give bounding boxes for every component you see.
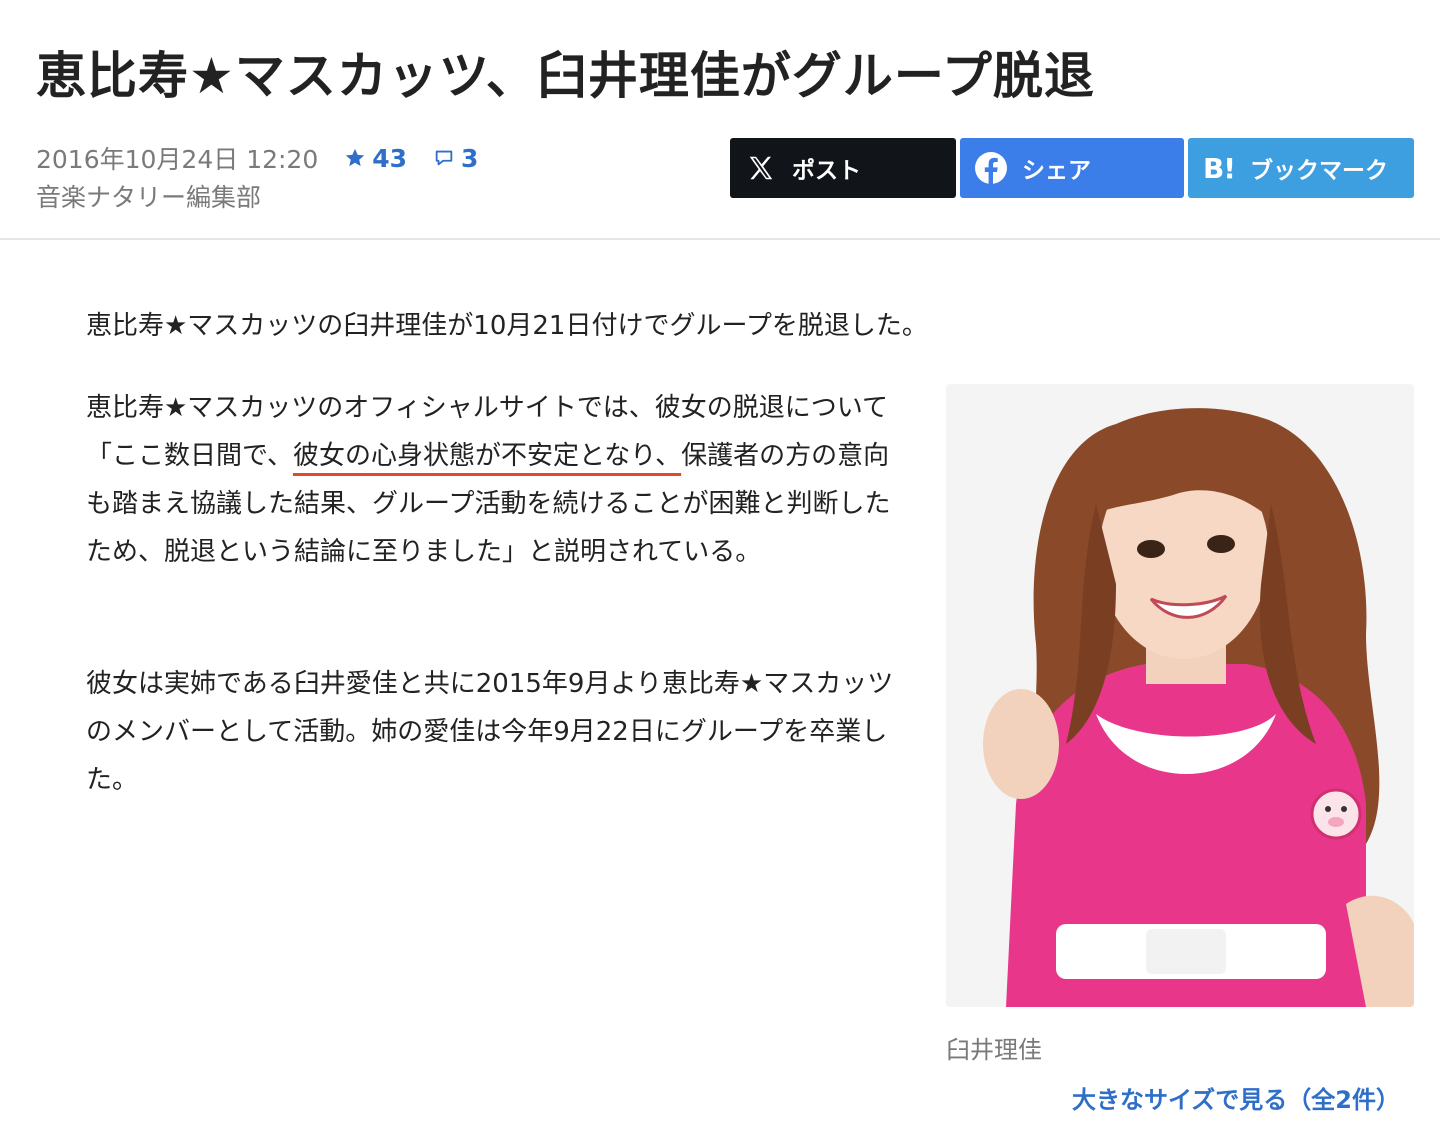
article-photo[interactable] bbox=[946, 384, 1414, 1007]
star-count-value: 43 bbox=[372, 143, 408, 173]
share-x-button[interactable]: ポスト bbox=[730, 138, 956, 198]
hatena-bookmark-icon: B! bbox=[1202, 151, 1236, 185]
share-facebook-button[interactable]: シェア bbox=[960, 138, 1184, 198]
facebook-icon bbox=[974, 151, 1008, 185]
header-divider bbox=[0, 238, 1440, 240]
x-logo-icon bbox=[744, 151, 778, 185]
comment-count-value: 3 bbox=[461, 143, 479, 173]
article-paragraph-2: 恵比寿★マスカッツのオフィシャルサイトでは、彼女の脱退について「ここ数日間で、彼… bbox=[86, 384, 906, 576]
author[interactable]: 音楽ナタリー編集部 bbox=[36, 180, 504, 216]
article-meta: 2016年10月24日 12:20 43 3 音楽ナタリー編集部 bbox=[36, 140, 504, 216]
publish-date: 2016年10月24日 12:20 bbox=[36, 145, 319, 174]
share-hatena-button[interactable]: B! ブックマーク bbox=[1188, 138, 1414, 198]
share-facebook-label: シェア bbox=[1022, 158, 1091, 184]
comment-count[interactable]: 3 bbox=[433, 144, 478, 173]
comment-icon bbox=[435, 150, 453, 166]
article-paragraph-1: 恵比寿★マスカッツの臼井理佳が10月21日付けでグループを脱退した。 bbox=[86, 311, 928, 341]
meta-row: 2016年10月24日 12:20 43 3 bbox=[36, 140, 504, 176]
star-icon bbox=[346, 148, 365, 167]
photo-caption: 臼井理佳 bbox=[946, 1036, 1042, 1064]
article-page: 恵比寿★マスカッツ、臼井理佳がグループ脱退 2016年10月24日 12:20 … bbox=[0, 0, 1440, 1138]
share-hatena-label: ブックマーク bbox=[1250, 158, 1388, 184]
share-x-label: ポスト bbox=[792, 158, 861, 184]
article-title: 恵比寿★マスカッツ、臼井理佳がグループ脱退 bbox=[36, 47, 1095, 105]
star-count[interactable]: 43 bbox=[344, 144, 407, 173]
article-paragraph-3: 彼女は実姉である臼井愛佳と共に2015年9月より恵比寿★マスカッツのメンバーとし… bbox=[86, 669, 894, 795]
highlighted-text: 彼女の心身状態が不安定となり、 bbox=[292, 441, 682, 471]
view-larger-link[interactable]: 大きなサイズで見る（全2件） bbox=[1072, 1080, 1400, 1115]
photo-illustration bbox=[946, 384, 1414, 1007]
